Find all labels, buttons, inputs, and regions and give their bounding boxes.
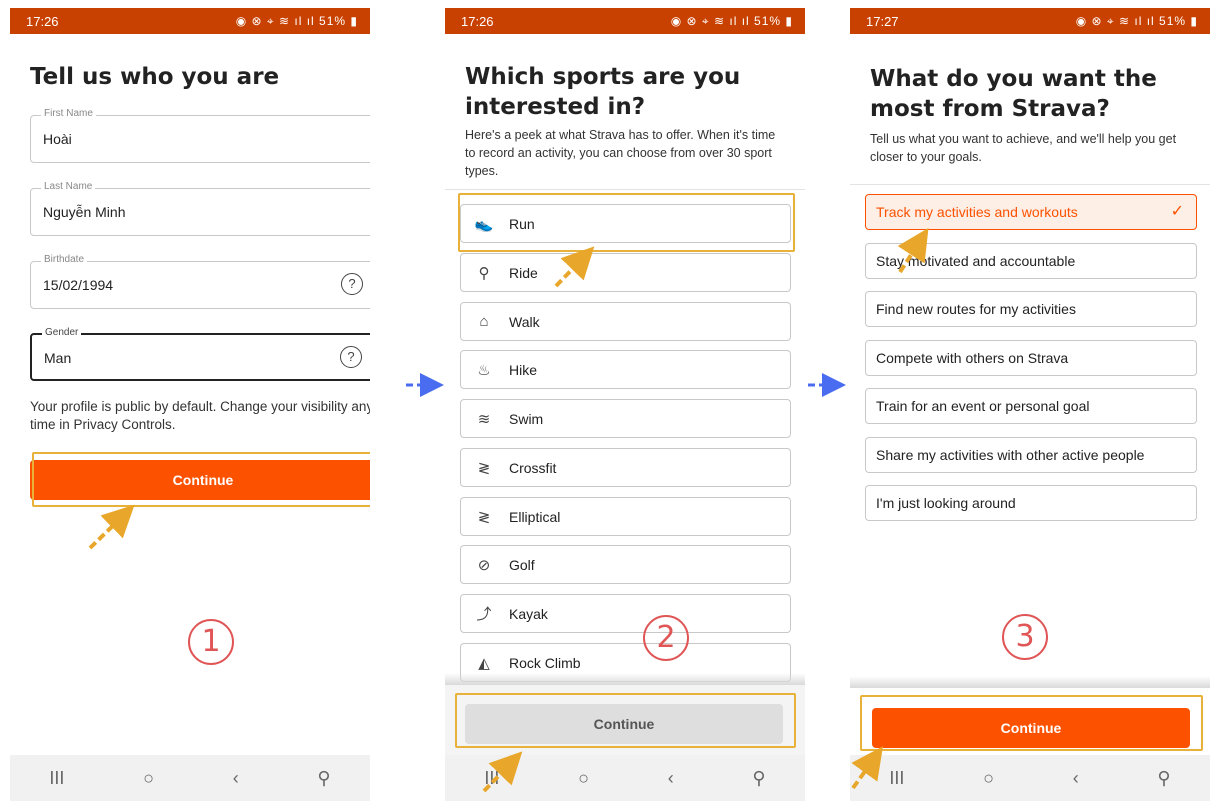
pointer-arrow-icon [851,746,884,790]
pointer-arrow-icon [897,227,929,274]
pointer-arrow-icon [88,504,135,550]
pointer-arrow-icon [554,246,595,288]
pointer-arrow-icon [482,751,523,793]
annotation-overlay [88,227,929,793]
